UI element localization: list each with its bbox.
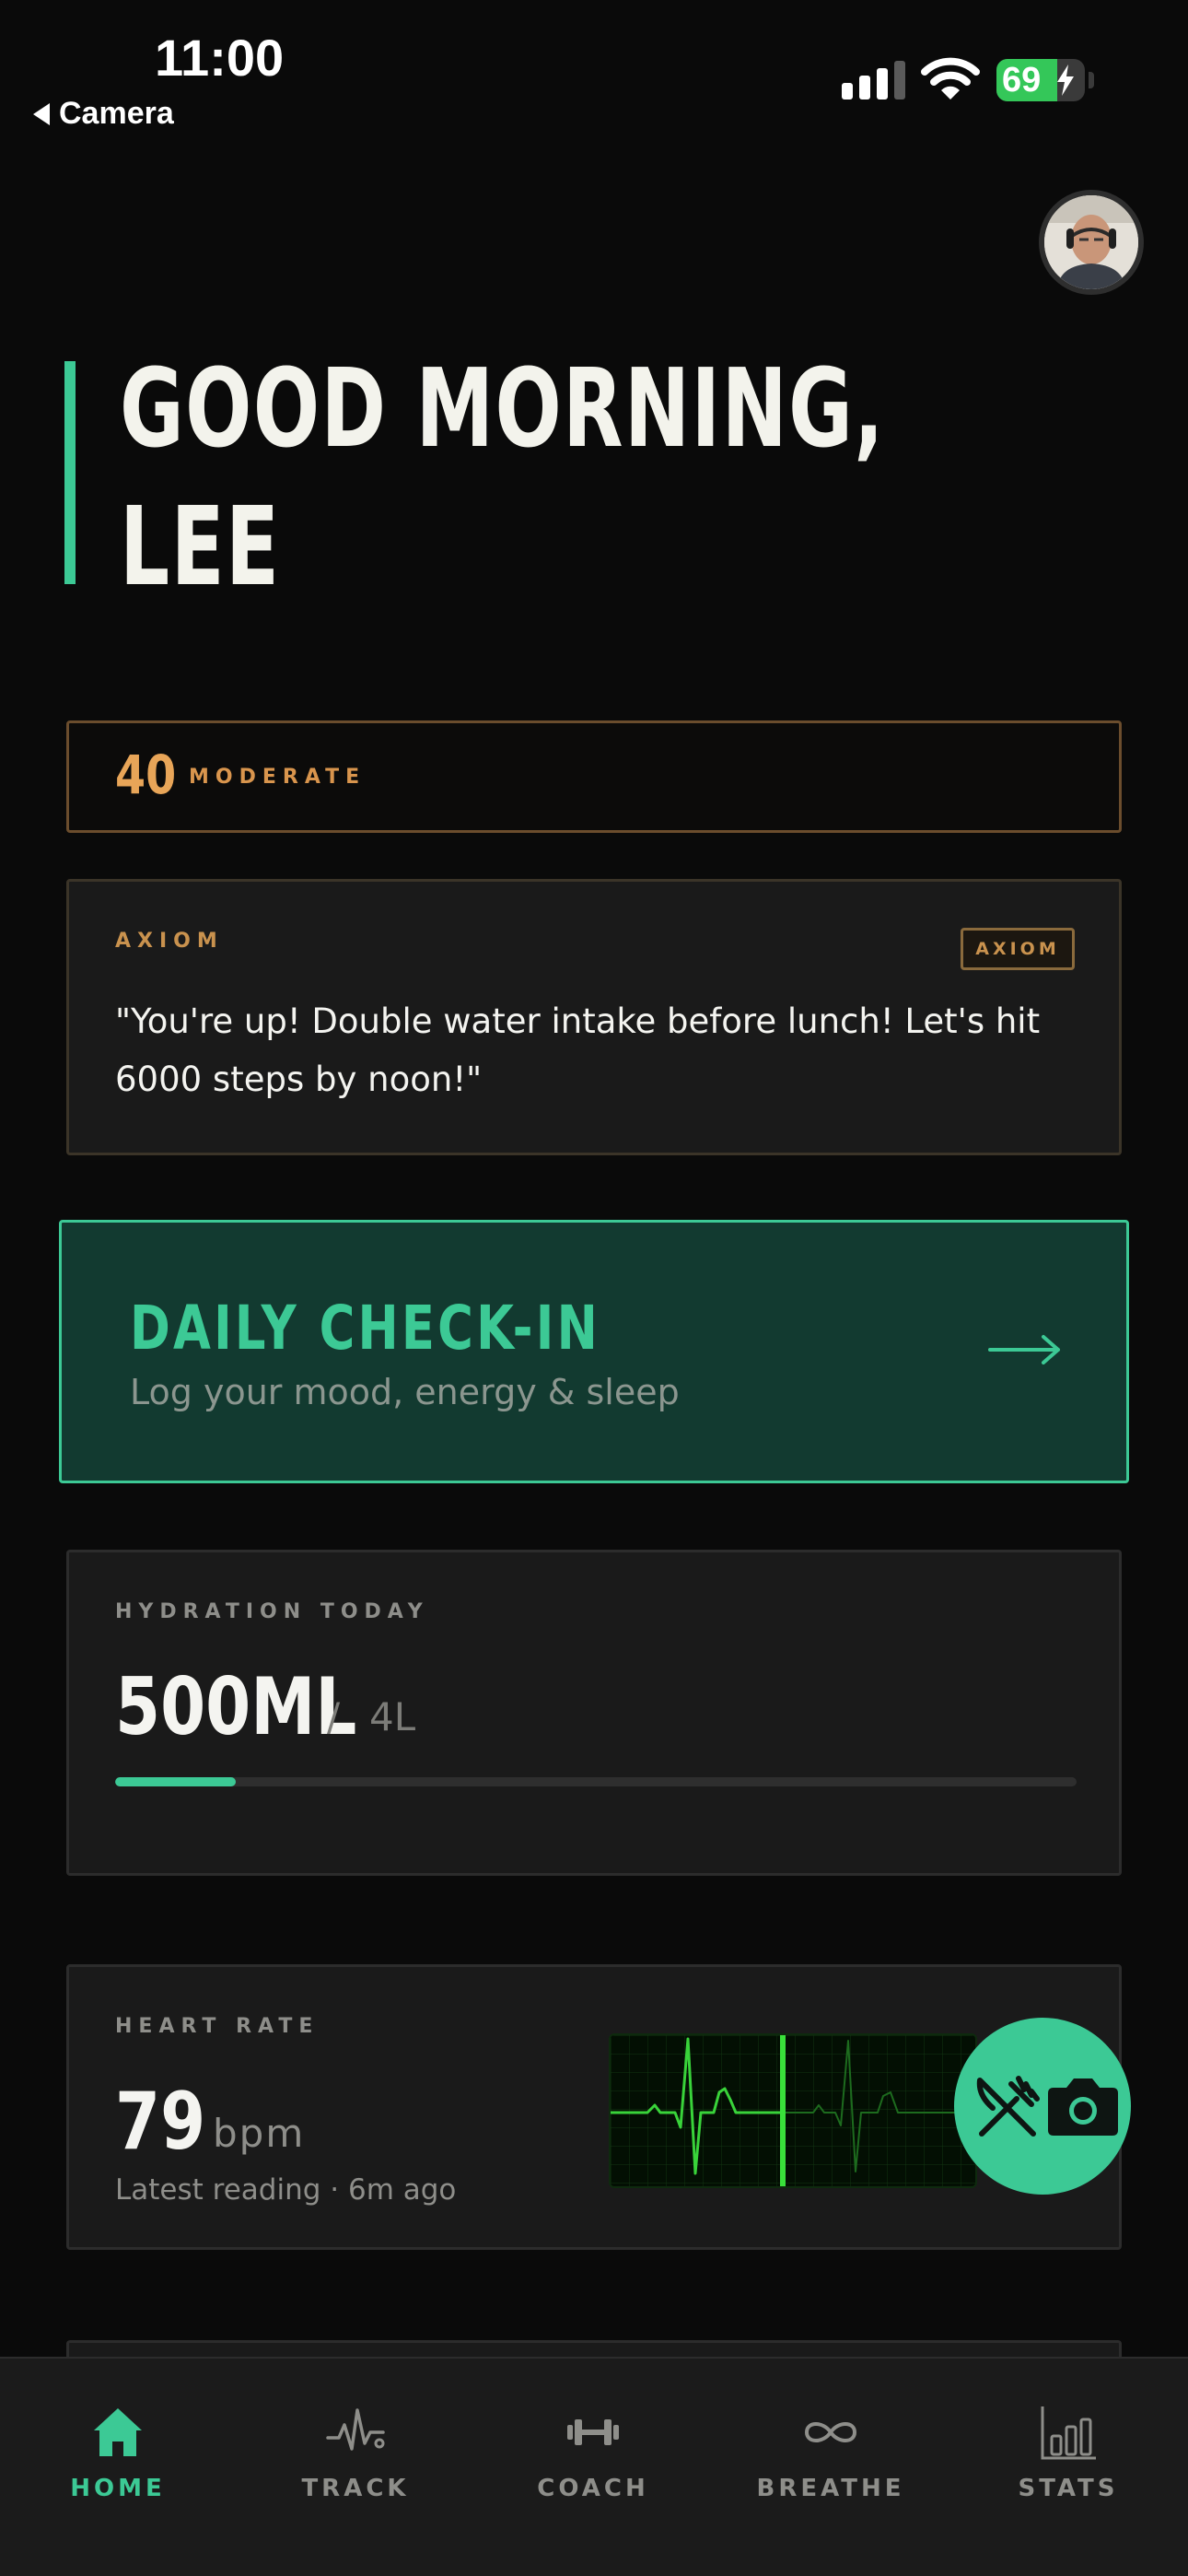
hydration-progress-fill [115,1777,236,1786]
tab-breathe[interactable]: BREATHE [739,2359,923,2515]
fork-knife-icon [976,2076,1040,2137]
dumbbell-icon [567,2419,619,2445]
hydration-separator: / [327,1694,341,1739]
back-to-camera-link[interactable]: Camera [33,96,174,132]
bar-chart-icon [1041,2406,1096,2460]
ecg-monitor [609,2033,977,2188]
heart-rate-unit: bpm [213,2111,306,2156]
arrow-right-icon [988,1335,1060,1364]
battery-nub [1089,72,1094,88]
axiom-title: AXIOM [115,930,224,953]
greeting-line-1: GOOD MORNING, [120,345,886,472]
battery-percent: 69 [1002,61,1042,100]
hydration-card[interactable]: HYDRATION TODAY 500ML / 4L [66,1550,1122,1876]
daily-checkin-button[interactable]: DAILY CHECK-IN Log your mood, energy & s… [59,1220,1129,1483]
axiom-message: "You're up! Double water intake before l… [115,1001,1041,1099]
tab-coach-label: COACH [537,2475,649,2502]
greeting-accent-bar [64,361,76,584]
user-avatar-icon [1044,195,1138,289]
heart-rate-value: 79 [115,2076,206,2168]
greeting-line-2: LEE [120,483,281,610]
pulse-icon [326,2408,385,2451]
tab-track[interactable]: TRACK [263,2359,448,2515]
status-time: 11:00 [155,29,285,87]
bottom-tab-bar: HOME TRACK COACH BREATHE STATS [0,2357,1188,2576]
tab-stats-label: STATS [1018,2475,1119,2502]
hydration-goal: 4L [369,1694,416,1739]
tab-stats[interactable]: STATS [976,2359,1160,2515]
tab-home-label: HOME [70,2475,166,2502]
checkin-subtitle: Log your mood, energy & sleep [130,1372,680,1412]
cellular-signal-icon [842,61,905,100]
back-arrow-icon [33,102,50,125]
profile-avatar[interactable] [1039,190,1144,295]
readiness-score-card[interactable]: 40 MODERATE [66,720,1122,833]
greeting-heading: GOOD MORNING, LEE [120,339,885,615]
axiom-coach-card: AXIOM AXIOM "You're up! Double water int… [66,879,1122,1155]
infinity-icon [804,2422,857,2442]
tab-breathe-label: BREATHE [756,2475,905,2502]
readiness-label: MODERATE [189,766,367,789]
ecg-waveform-icon [611,2035,975,2186]
log-meal-camera-button[interactable] [954,2018,1131,2195]
charging-bolt-icon [1057,64,1074,96]
heart-rate-subtitle: Latest reading · 6m ago [115,2173,457,2207]
tab-track-label: TRACK [301,2475,410,2502]
battery-indicator: 69 [996,59,1085,101]
home-icon [94,2408,142,2456]
back-label: Camera [59,96,174,131]
tab-home[interactable]: HOME [26,2359,210,2515]
heart-rate-label: HEART RATE [115,2015,320,2038]
camera-icon [1048,2078,1118,2136]
hydration-value: 500ML [115,1661,357,1753]
hydration-progress-bar [115,1777,1077,1786]
checkin-title: DAILY CHECK-IN [130,1293,601,1364]
wifi-icon [921,57,980,100]
hydration-label: HYDRATION TODAY [115,1600,429,1623]
tab-coach[interactable]: COACH [501,2359,685,2515]
readiness-score: 40 [115,744,177,806]
axiom-badge: AXIOM [961,928,1075,970]
